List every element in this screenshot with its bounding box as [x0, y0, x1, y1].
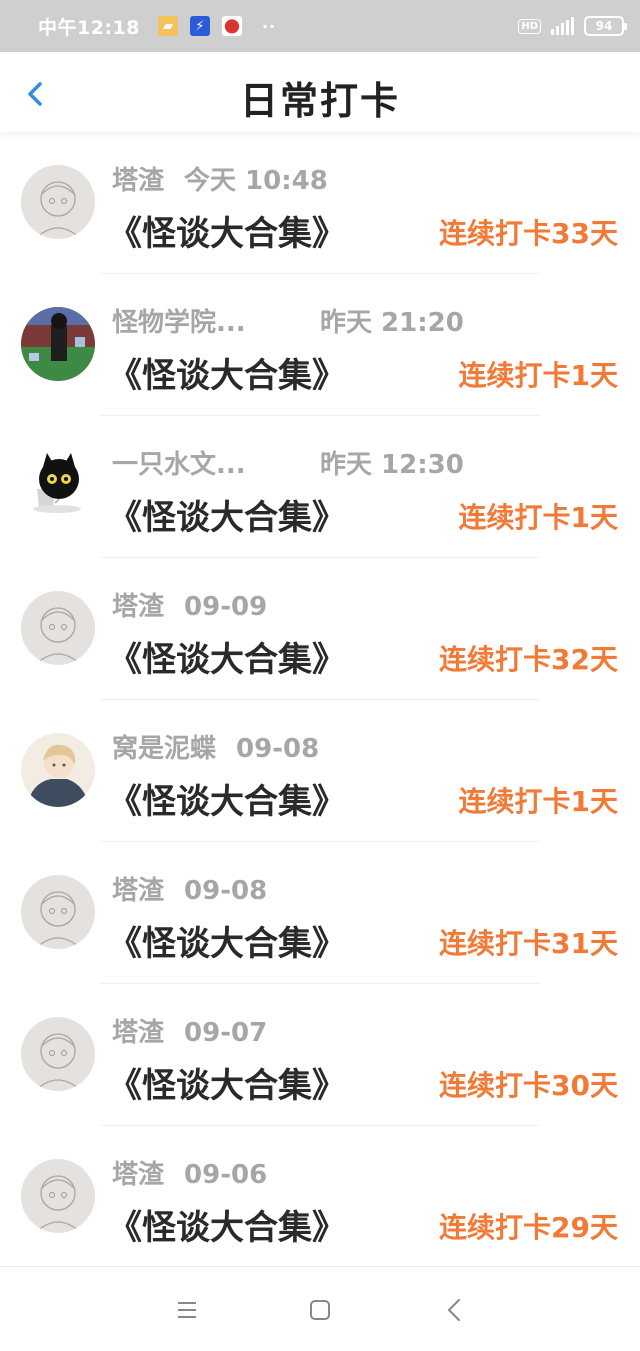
- folder-icon: ▰: [157, 16, 178, 36]
- battery-icon: 94: [584, 16, 627, 36]
- item-meta: 一只水文... 昨天 12:30: [112, 444, 464, 481]
- post-time: 今天 10:48: [184, 166, 328, 196]
- avatar: [21, 1159, 95, 1233]
- list-item[interactable]: 塔渣 09-09 《怪谈大合集》 连续打卡32天: [0, 558, 640, 700]
- item-meta: 塔渣 09-06: [112, 1154, 267, 1191]
- book-title: 《怪谈大合集》: [108, 640, 346, 680]
- list-item[interactable]: 怪物学院... 昨天 21:20 《怪谈大合集》 连续打卡1天: [0, 274, 640, 416]
- item-meta: 塔渣 今天 10:48: [112, 160, 328, 197]
- book-title: 《怪谈大合集》: [108, 924, 346, 964]
- streak-label: 连续打卡1天: [458, 501, 618, 534]
- avatar: [21, 307, 95, 381]
- user-name: 窝是泥蝶: [112, 734, 217, 764]
- item-meta: 塔渣 09-08: [112, 870, 267, 907]
- user-name: 塔渣: [112, 166, 165, 196]
- book-title: 《怪谈大合集》: [108, 498, 346, 538]
- more-dots-icon: ··: [261, 16, 277, 36]
- bolt-icon: ⚡: [189, 16, 210, 36]
- streak-label: 连续打卡1天: [458, 359, 618, 392]
- list-item[interactable]: 窝是泥蝶 09-08 《怪谈大合集》 连续打卡1天: [0, 700, 640, 842]
- avatar: [21, 165, 95, 239]
- user-name: 塔渣: [112, 592, 165, 622]
- item-meta: 怪物学院... 昨天 21:20: [112, 302, 464, 339]
- post-time: 09-08: [236, 734, 320, 764]
- status-bar: 中午12:18 ▰ ⚡ ⬤ ·· HD 94: [0, 0, 640, 52]
- list-item[interactable]: 一只水文... 昨天 12:30 《怪谈大合集》 连续打卡1天: [0, 416, 640, 558]
- home-button[interactable]: [303, 1293, 337, 1327]
- item-meta: 塔渣 09-07: [112, 1012, 267, 1049]
- list-item[interactable]: 塔渣 09-06 《怪谈大合集》 连续打卡29天: [0, 1126, 640, 1268]
- checkin-list: 塔渣 今天 10:48 《怪谈大合集》 连续打卡33天 怪物学院... 昨天 21:…: [0, 132, 640, 1268]
- avatar: [21, 875, 95, 949]
- item-meta: 窝是泥蝶 09-08: [112, 728, 319, 765]
- post-time: 09-06: [184, 1160, 268, 1190]
- streak-label: 连续打卡33天: [439, 217, 618, 250]
- post-time: 09-08: [184, 876, 268, 906]
- user-name: 塔渣: [112, 1160, 165, 1190]
- list-item[interactable]: 塔渣 09-08 《怪谈大合集》 连续打卡31天: [0, 842, 640, 984]
- app-header: 日常打卡: [0, 52, 640, 132]
- book-title: 《怪谈大合集》: [108, 1066, 346, 1106]
- back-triangle-icon: [448, 1299, 460, 1321]
- avatar: [21, 591, 95, 665]
- streak-label: 连续打卡30天: [439, 1069, 618, 1102]
- streak-label: 连续打卡31天: [439, 927, 618, 960]
- signal-icon: [551, 17, 574, 35]
- list-item[interactable]: 塔渣 今天 10:48 《怪谈大合集》 连续打卡33天: [0, 132, 640, 274]
- menu-icon: [178, 1302, 196, 1318]
- user-name: 怪物学院...: [112, 308, 246, 338]
- book-title: 《怪谈大合集》: [108, 782, 346, 822]
- avatar: [21, 449, 95, 523]
- user-name: 一只水文...: [112, 450, 246, 480]
- home-square-icon: [310, 1300, 330, 1320]
- system-nav-bar: [0, 1266, 640, 1351]
- list-item[interactable]: 塔渣 09-07 《怪谈大合集》 连续打卡30天: [0, 984, 640, 1126]
- avatar: [21, 1017, 95, 1091]
- post-time: 昨天 21:20: [320, 308, 464, 338]
- status-notification-icons: ▰ ⚡ ⬤ ··: [157, 16, 277, 36]
- map-pin-icon: ⬤: [221, 16, 242, 36]
- avatar: [21, 733, 95, 807]
- streak-label: 连续打卡29天: [439, 1211, 618, 1244]
- user-name: 塔渣: [112, 876, 165, 906]
- book-title: 《怪谈大合集》: [108, 214, 346, 254]
- battery-level: 94: [595, 19, 613, 33]
- book-title: 《怪谈大合集》: [108, 356, 346, 396]
- book-title: 《怪谈大合集》: [108, 1208, 346, 1248]
- item-meta: 塔渣 09-09: [112, 586, 267, 623]
- hd-icon: HD: [518, 18, 541, 34]
- status-time: 中午12:18: [38, 16, 140, 39]
- post-time: 09-09: [184, 592, 268, 622]
- user-name: 塔渣: [112, 1018, 165, 1048]
- page-title: 日常打卡: [239, 79, 400, 123]
- system-back-button[interactable]: [438, 1293, 472, 1327]
- streak-label: 连续打卡32天: [439, 643, 618, 676]
- streak-label: 连续打卡1天: [458, 785, 618, 818]
- post-time: 昨天 12:30: [320, 450, 464, 480]
- status-system-icons: HD 94: [518, 16, 627, 36]
- post-time: 09-07: [184, 1018, 268, 1048]
- menu-button[interactable]: [170, 1293, 204, 1327]
